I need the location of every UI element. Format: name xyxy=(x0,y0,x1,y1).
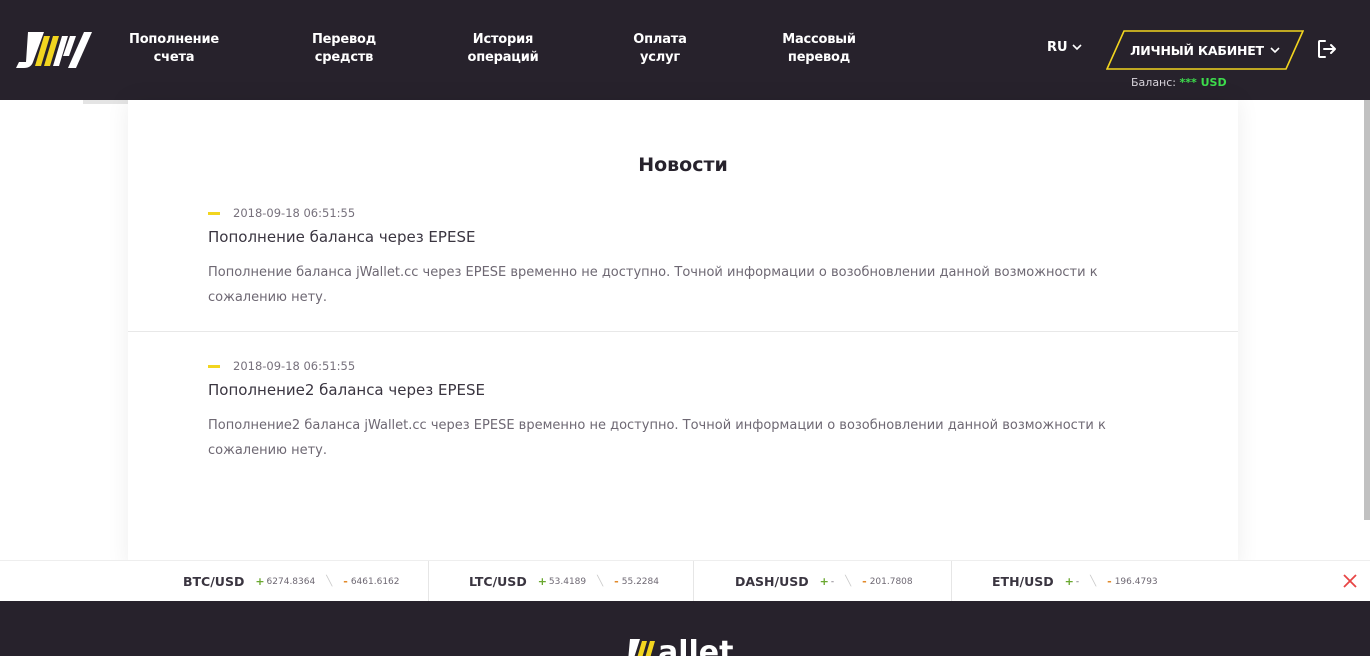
close-icon[interactable] xyxy=(1343,574,1357,588)
ticker-item-dash: DASH/USD + - ╲ -201.7808 xyxy=(735,561,913,602)
ticker-pair: ETH/USD xyxy=(992,574,1054,589)
ticker-buy: + - xyxy=(820,575,834,588)
news-text: Пополнение баланса jWallet.cc через EPES… xyxy=(208,265,1098,305)
balance-display: Баланс: *** USD xyxy=(1131,76,1227,89)
nav-payments-line2: услуг xyxy=(640,50,680,65)
chevron-down-icon xyxy=(1072,44,1082,51)
footer: allet xyxy=(0,601,1370,656)
ticker-pair: BTC/USD xyxy=(183,574,245,589)
ticker-buy: +53.4189 xyxy=(538,575,586,588)
ticker-item-btc: BTC/USD +6274.8364 ╲ -6461.6162 xyxy=(183,561,400,602)
ticker-pair: DASH/USD xyxy=(735,574,809,589)
balance-value: *** USD xyxy=(1179,76,1227,89)
ticker-sell-value: 55.2284 xyxy=(621,576,659,587)
nav-deposit[interactable]: Пополнение счета xyxy=(126,31,222,67)
nav-transfer-line1: Перевод xyxy=(311,32,377,47)
rate-divider-icon: ╲ xyxy=(845,576,852,587)
ticker-separator xyxy=(693,561,694,602)
nav-history-line1: История xyxy=(472,32,534,47)
ticker-sell: -196.4793 xyxy=(1107,575,1158,588)
ticker-sell: -55.2284 xyxy=(614,575,659,588)
ticker-item-eth: ETH/USD + - ╲ -196.4793 xyxy=(992,561,1158,602)
nav-payments-line1: Оплата xyxy=(633,32,687,47)
minus-icon: - xyxy=(343,575,348,588)
logout-icon[interactable] xyxy=(1316,38,1338,60)
rates-ticker: BTC/USD +6274.8364 ╲ -6461.6162 LTC/USD … xyxy=(0,560,1370,602)
ticker-buy: + - xyxy=(1065,575,1079,588)
top-header: Пополнение счета Перевод средств История… xyxy=(0,0,1370,100)
news-card: Новости 2018-09-18 06:51:55 Пополнение б… xyxy=(128,100,1238,570)
nav-deposit-line1: Пополнение xyxy=(129,32,219,47)
ticker-sell-value: 196.4793 xyxy=(1114,576,1158,587)
minus-icon: - xyxy=(862,575,867,588)
ticker-buy-value: 53.4189 xyxy=(548,576,587,587)
plus-icon: + xyxy=(255,575,265,588)
ticker-sell: -6461.6162 xyxy=(343,575,399,588)
language-label: RU xyxy=(1047,40,1068,55)
ticker-sell: -201.7808 xyxy=(862,575,913,588)
chevron-down-icon xyxy=(1270,46,1280,53)
minus-icon: - xyxy=(1107,575,1112,588)
cabinet-label: ЛИЧНЫЙ КАБИНЕТ xyxy=(1130,42,1264,58)
footer-logo[interactable]: allet xyxy=(622,635,734,656)
nav-mass-transfer[interactable]: Массовый перевод xyxy=(771,31,867,67)
footer-logo-text: allet xyxy=(658,635,734,656)
plus-icon: + xyxy=(1064,575,1074,588)
news-text: Пополнение2 баланса jWallet.cc через EPE… xyxy=(208,418,1106,458)
news-section-title: Новости xyxy=(638,154,728,176)
rate-divider-icon: ╲ xyxy=(1090,576,1097,587)
minus-icon: - xyxy=(614,575,619,588)
jw-logo-icon[interactable] xyxy=(14,30,96,70)
nav-history-line2: операций xyxy=(467,50,539,65)
news-marker xyxy=(208,212,220,215)
nav-transfer[interactable]: Перевод средств xyxy=(296,31,392,67)
personal-cabinet-button[interactable]: ЛИЧНЫЙ КАБИНЕТ xyxy=(1106,30,1304,70)
ticker-buy-value: 6274.8364 xyxy=(266,576,316,587)
nav-deposit-line2: счета xyxy=(153,50,195,65)
rate-divider-icon: ╲ xyxy=(326,576,333,587)
nav-mass-transfer-line1: Массовый xyxy=(782,32,856,47)
page-scrollbar[interactable] xyxy=(1364,100,1370,520)
ticker-pair: LTC/USD xyxy=(469,574,527,589)
plus-icon: + xyxy=(537,575,547,588)
ticker-item-ltc: LTC/USD +53.4189 ╲ -55.2284 xyxy=(469,561,659,602)
news-marker xyxy=(208,365,220,368)
rate-divider-icon: ╲ xyxy=(597,576,604,587)
language-select[interactable]: RU xyxy=(1047,40,1082,55)
news-title[interactable]: Пополнение2 баланса через EPESE xyxy=(208,381,485,399)
nav-history[interactable]: История операций xyxy=(455,31,551,67)
jw-logo-icon xyxy=(628,638,655,656)
ticker-sell-value: 201.7808 xyxy=(869,576,913,587)
news-title[interactable]: Пополнение баланса через EPESE xyxy=(208,228,475,246)
balance-label: Баланс: xyxy=(1131,76,1177,89)
ticker-buy-value: - xyxy=(1075,576,1080,587)
ticker-buy: +6274.8364 xyxy=(255,575,315,588)
ticker-separator xyxy=(428,561,429,602)
ticker-separator xyxy=(951,561,952,602)
nav-payments[interactable]: Оплата услуг xyxy=(612,31,708,67)
plus-icon: + xyxy=(819,575,829,588)
news-date: 2018-09-18 06:51:55 xyxy=(233,359,356,373)
cabinet-label-wrap: ЛИЧНЫЙ КАБИНЕТ xyxy=(1106,30,1304,70)
ticker-sell-value: 6461.6162 xyxy=(350,576,400,587)
nav-transfer-line2: средств xyxy=(314,50,374,65)
news-date: 2018-09-18 06:51:55 xyxy=(233,206,356,220)
news-divider xyxy=(128,331,1238,332)
nav-mass-transfer-line2: перевод xyxy=(787,50,851,65)
ticker-buy-value: - xyxy=(830,576,835,587)
